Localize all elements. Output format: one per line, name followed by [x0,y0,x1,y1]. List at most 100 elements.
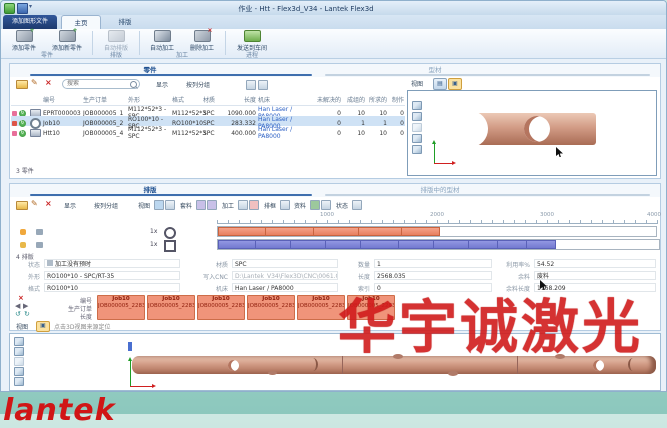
tab-home[interactable]: 主页 [61,15,101,29]
edit-icon[interactable]: ✎ [31,78,38,88]
col-unresolved[interactable]: 未解决的 [314,95,343,104]
view-front-icon[interactable] [412,112,422,121]
auto-nest-button: 自动排版 [96,30,136,50]
view-mode-2d-icon[interactable]: ▤ [433,78,447,90]
remnant-length-field: 1168.209 [534,283,656,292]
watermark-text: 华宇诚激光 [338,298,643,356]
nest-bar-row[interactable]: 1x [10,239,660,251]
open-folder-icon[interactable] [16,80,28,89]
print-icon[interactable] [321,200,331,210]
nest-bar-round[interactable] [217,226,657,237]
view-top-icon[interactable] [14,367,24,376]
tab-profiles-in-nest[interactable]: 排版中的型材 [385,184,495,194]
part-card[interactable]: Job10JOB000005_2283.332 [147,295,195,320]
col-machine[interactable]: 机床 [258,95,314,104]
search-icon [130,81,137,88]
edit-icon[interactable]: ✎ [31,199,38,209]
status-icon[interactable] [352,200,362,210]
machine-icon[interactable] [238,200,248,210]
view-mode-3d-icon[interactable]: ▣ [448,78,462,90]
group-by-column-button[interactable]: 按列分组 [94,201,118,210]
prev-icon[interactable]: ◀ [15,303,20,310]
view-iso-icon[interactable] [14,337,24,346]
add-part-button[interactable]: + 添加零件 [5,30,43,50]
open-folder-icon[interactable] [16,201,28,210]
part-card[interactable]: Job10JOB000005_2283.332 [197,295,245,320]
nest-add-icon[interactable] [196,200,206,210]
machine-delete-icon[interactable] [249,200,259,210]
delete-icon[interactable]: × [45,78,52,88]
part-preview-panel: 视图 ▤ ▣ [405,77,660,178]
col-shape[interactable]: 外形 [128,95,172,104]
nest-bar-rect[interactable] [217,239,660,250]
show-button[interactable]: 显示 [64,201,76,210]
nesting-tab-band: 排版 排版中的型材 [10,184,660,197]
edge-notch [268,371,277,375]
redo-icon[interactable]: ↻ [24,311,30,318]
col-format[interactable]: 格式 [172,95,203,104]
view-side-icon[interactable] [412,145,422,154]
remove-part-icon[interactable]: × [18,295,24,302]
view-zoom-icon[interactable] [14,357,24,366]
save-icon[interactable] [17,3,28,14]
view-2d-icon[interactable] [154,200,164,210]
rect-profile-icon [164,240,176,252]
list-view-icon[interactable] [246,80,256,90]
hole-cut [228,360,239,371]
search-input[interactable] [62,79,140,89]
clamp-marker [128,342,132,351]
col-requested[interactable]: 所求的 [367,95,389,104]
col-made[interactable]: 制作 [389,95,406,104]
view-zoom-icon[interactable] [412,123,422,132]
card-length-label: 长度 [40,312,92,321]
col-length[interactable]: 长度 [226,95,258,104]
add-new-part-button[interactable]: + 添加新零件 [45,30,89,50]
view-side-icon[interactable] [14,377,24,386]
tab-parts[interactable]: 零件 [110,64,190,74]
table-row[interactable]: ↻ EPRT000003 JOB000005_1 M112*52*3 - SPC… [11,106,405,116]
machine-link[interactable]: Han Laser / PA8000 [258,126,314,140]
send-to-workshop-button[interactable]: 发送到车间 [229,30,275,50]
parts-tab-band: 零件 型材 [10,64,660,77]
table-row[interactable]: ↻ Htt10 JOB000005_4 M112*52*3 - SPC M112… [11,126,405,136]
view-top-icon[interactable] [412,134,422,143]
tab-nests[interactable]: 排版 [110,184,190,194]
delete-machining-button[interactable]: × 删除加工 [183,30,221,50]
hole-cut [593,360,604,371]
nest-tools-label: 套料 [180,201,192,210]
next-icon[interactable]: ▶ [23,303,28,310]
view-label: 视图 [16,322,28,331]
col-grouped[interactable]: 成组的 [343,95,367,104]
report-icon[interactable] [310,200,320,210]
tab-nesting[interactable]: 排版 [105,15,145,29]
view-label: 视图 [411,79,423,88]
delete-icon[interactable]: × [45,199,52,209]
group-by-column-button[interactable]: 按列分组 [186,80,210,89]
y-axis [130,360,131,386]
refresh-status-icon: ↻ [19,130,26,137]
col-order[interactable]: 生产订单 [83,95,128,104]
view-3d-toggle-icon[interactable]: ▣ [36,321,50,332]
frame-icon[interactable] [280,200,290,210]
part-card[interactable]: Job10JOB000005_2283.332 [97,295,145,320]
auto-machine-button[interactable]: 自动加工 [143,30,181,50]
table-row-selected[interactable]: ↻ Job10 JOB000005_2 RO100*10 - SPC RO100… [11,116,405,126]
col-id[interactable]: 编号 [43,95,83,104]
view-iso-icon[interactable] [412,101,422,110]
tab-profiles[interactable]: 型材 [395,64,475,74]
group-label-machining: 加工 [143,50,221,59]
col-material[interactable]: 材质 [203,95,226,104]
part-card[interactable]: Job10JOB000005_2283.332 [247,295,295,320]
nest-remove-icon[interactable] [207,200,217,210]
remnant-field[interactable]: 废料 [534,271,656,280]
nest-bar-row[interactable]: 1x [10,226,660,238]
view-3d-icon[interactable] [165,200,175,210]
quickbar-dropdown-icon[interactable]: ▾ [29,3,32,10]
format-field-label: 格式 [12,284,40,293]
view-front-icon[interactable] [14,347,24,356]
app-icon[interactable] [4,3,15,14]
detail-view-icon[interactable] [258,80,268,90]
part-3d-viewport[interactable] [407,90,657,176]
undo-icon[interactable]: ↺ [15,311,21,318]
show-button[interactable]: 显示 [156,80,168,89]
